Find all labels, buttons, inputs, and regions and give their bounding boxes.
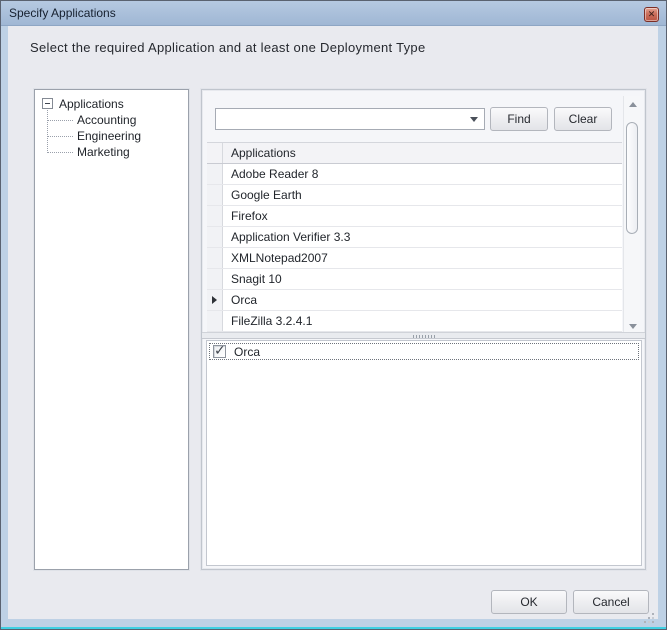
tree-connector-stub xyxy=(47,120,73,121)
checkmark-icon: ✓ xyxy=(214,342,226,359)
grid-cell: Google Earth xyxy=(231,188,302,202)
clear-button[interactable]: Clear xyxy=(554,107,612,131)
row-indicator-cell xyxy=(207,227,223,247)
row-indicator-cell xyxy=(207,164,223,184)
grid-header-row[interactable]: Applications xyxy=(207,143,622,164)
row-indicator-cell xyxy=(207,185,223,205)
find-button[interactable]: Find xyxy=(490,107,548,131)
cancel-button[interactable]: Cancel xyxy=(573,590,649,614)
close-icon: ✕ xyxy=(648,9,656,19)
grid-row-xmlnotepad2007[interactable]: XMLNotepad2007 xyxy=(207,248,622,269)
grid-row-orca[interactable]: Orca xyxy=(207,290,622,311)
window-frame-edge xyxy=(1,627,666,629)
dialog-title: Specify Applications xyxy=(9,6,116,20)
grid-vertical-scrollbar[interactable] xyxy=(623,96,640,334)
window-frame-bottom xyxy=(1,619,666,627)
grid-row-adobe-reader-8[interactable]: Adobe Reader 8 xyxy=(207,164,622,185)
grid-cell: Orca xyxy=(231,293,257,307)
tree-node-accounting[interactable]: Accounting xyxy=(35,112,188,128)
applications-grid: Applications Adobe Reader 8 Google Earth… xyxy=(207,142,622,332)
scroll-down-icon xyxy=(629,324,637,329)
row-indicator-cell xyxy=(207,143,223,163)
applications-tree-panel: Applications Accounting Engineering Mark… xyxy=(34,89,189,570)
deployment-checkbox[interactable]: ✓ xyxy=(213,345,226,358)
row-indicator-cell xyxy=(207,290,223,310)
grid-row-firefox[interactable]: Firefox xyxy=(207,206,622,227)
grid-cell: Snagit 10 xyxy=(231,272,282,286)
current-row-arrow-icon xyxy=(212,296,217,304)
tree-root-label: Applications xyxy=(59,97,124,111)
row-indicator-cell xyxy=(207,311,223,331)
grid-row-filezilla[interactable]: FileZilla 3.2.4.1 xyxy=(207,311,622,332)
window-frame-right xyxy=(658,26,666,629)
grid-row-google-earth[interactable]: Google Earth xyxy=(207,185,622,206)
tree-connector-stub xyxy=(47,152,73,153)
minus-glyph xyxy=(45,103,50,104)
application-picker-panel: Find Clear Applications Adobe Reader 8 G… xyxy=(201,89,646,570)
tree-connector-stub xyxy=(47,136,73,137)
row-indicator-cell xyxy=(207,206,223,226)
grid-cell: Application Verifier 3.3 xyxy=(231,230,350,244)
grid-header-label: Applications xyxy=(231,146,296,160)
scroll-up-button[interactable] xyxy=(624,96,641,112)
chevron-down-icon xyxy=(470,117,478,122)
splitter-grip-icon xyxy=(413,335,435,338)
application-search-combo[interactable] xyxy=(215,108,485,130)
resize-grip[interactable] xyxy=(652,613,654,615)
combo-dropdown-button[interactable] xyxy=(464,109,484,129)
deployment-type-list: ✓ Orca xyxy=(206,340,642,566)
search-combo-input[interactable] xyxy=(218,110,464,128)
tree-node-marketing[interactable]: Marketing xyxy=(35,144,188,160)
deployment-item-label: Orca xyxy=(234,345,260,359)
ok-button[interactable]: OK xyxy=(491,590,567,614)
tree-collapse-icon[interactable] xyxy=(42,98,53,109)
window-frame-left xyxy=(1,26,8,629)
grid-cell: XMLNotepad2007 xyxy=(231,251,328,265)
instruction-text: Select the required Application and at l… xyxy=(30,40,425,55)
tree-child-label: Accounting xyxy=(77,113,136,127)
grid-row-snagit-10[interactable]: Snagit 10 xyxy=(207,269,622,290)
dialog-client-area: Select the required Application and at l… xyxy=(8,26,658,619)
panel-splitter[interactable] xyxy=(202,332,645,339)
grid-cell: Adobe Reader 8 xyxy=(231,167,318,181)
close-button[interactable]: ✕ xyxy=(644,7,659,22)
grid-cell: Firefox xyxy=(231,209,268,223)
tree-child-label: Engineering xyxy=(77,129,141,143)
grid-cell: FileZilla 3.2.4.1 xyxy=(231,314,312,328)
tree-child-label: Marketing xyxy=(77,145,130,159)
tree-node-engineering[interactable]: Engineering xyxy=(35,128,188,144)
grid-row-application-verifier[interactable]: Application Verifier 3.3 xyxy=(207,227,622,248)
title-bar[interactable]: Specify Applications ✕ xyxy=(1,1,666,26)
row-indicator-cell xyxy=(207,269,223,289)
row-indicator-cell xyxy=(207,248,223,268)
deployment-item-orca[interactable]: ✓ Orca xyxy=(209,343,639,360)
tree-node-applications[interactable]: Applications xyxy=(35,96,188,112)
scrollbar-thumb[interactable] xyxy=(626,122,638,234)
dialog-specify-applications: Specify Applications ✕ Select the requir… xyxy=(0,0,667,630)
scroll-up-icon xyxy=(629,102,637,107)
